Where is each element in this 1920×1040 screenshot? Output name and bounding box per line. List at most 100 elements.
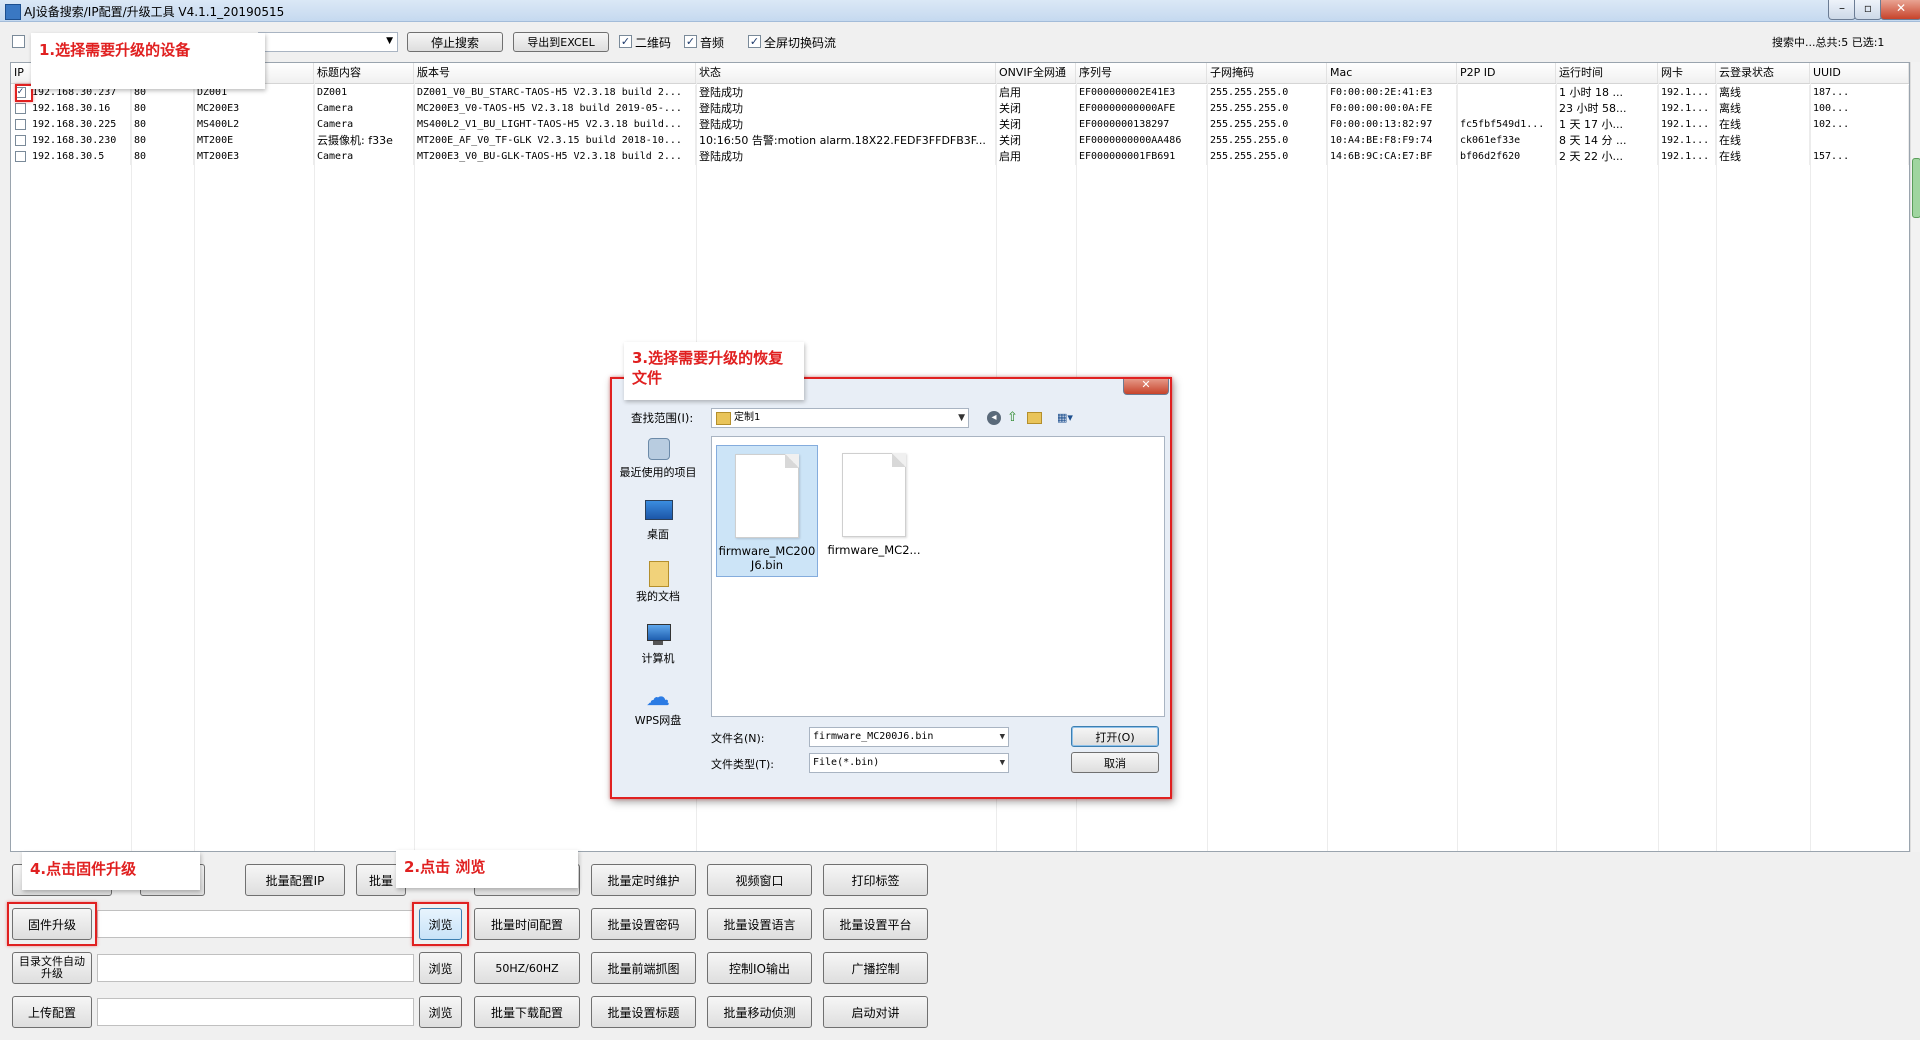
stop-search-button[interactable]: 停止搜索 [407, 32, 503, 52]
column-header[interactable]: 子网掩码 [1207, 63, 1327, 83]
batch-set-title-button[interactable]: 批量设置标题 [591, 996, 696, 1028]
table-cell: 2 天 22 小... [1556, 149, 1658, 165]
column-header[interactable]: 网卡 [1658, 63, 1716, 83]
row-checkbox[interactable] [15, 119, 26, 130]
control-io-output-button[interactable]: 控制IO输出 [707, 952, 812, 984]
table-cell: EF0000000138297 [1076, 117, 1207, 133]
column-header[interactable]: Mac [1327, 63, 1457, 83]
print-label-button[interactable]: 打印标签 [823, 864, 928, 896]
grid-line [1716, 83, 1717, 851]
batch-motion-detect-button[interactable]: 批量移动侦测 [707, 996, 812, 1028]
batch-time-config-button[interactable]: 批量时间配置 [474, 908, 580, 940]
fullscreen-stream-checkbox[interactable]: ✓ [748, 35, 761, 48]
column-header[interactable]: P2P ID [1457, 63, 1556, 83]
table-cell: 192.1... [1658, 149, 1716, 165]
table-cell: 80 [131, 149, 194, 165]
table-cell: MC200E3_V0-TAOS-H5 V2.3.18 build 2019-05… [414, 101, 696, 117]
table-header: IP 标题内容 版本号 状态 ONVIF全网通 序列号 子网掩码 Mac P2P ID 运行时间网… [11, 63, 1909, 84]
grid-line [1327, 83, 1328, 851]
column-header[interactable]: 序列号 [1076, 63, 1207, 83]
row-checkbox[interactable] [15, 103, 26, 114]
table-cell: 云摄像机: f33e [314, 133, 414, 149]
table-cell: Camera [314, 149, 414, 165]
batch-set-platform-button[interactable]: 批量设置平台 [823, 908, 928, 940]
scrollbar-thumb[interactable] [1912, 158, 1920, 218]
browse-config-button[interactable]: 浏览 [419, 996, 462, 1028]
table-cell: MS400L2 [194, 117, 314, 133]
batch-set-password-button[interactable]: 批量设置密码 [591, 908, 696, 940]
title-bar: AJ设备搜索/IP配置/升级工具 V4.1.1_20190515 – ▫ ✕ [0, 0, 1920, 22]
qr-code-checkbox[interactable]: ✓ [619, 35, 632, 48]
table-cell: F0:00:00:00:0A:FE [1327, 101, 1457, 117]
column-header[interactable]: 运行时间 [1556, 63, 1658, 83]
search-scope-select[interactable]: ▼ [258, 32, 398, 52]
start-intercom-button[interactable]: 启动对讲 [823, 996, 928, 1028]
hz-50-60-button[interactable]: 50HZ/60HZ [474, 952, 580, 984]
table-cell: 102... [1810, 117, 1909, 133]
table-row[interactable]: 192.168.30.225 80 MS400L2 Camera MS400L2_V1_… [11, 117, 1909, 133]
table-cell: DZ001 [314, 85, 414, 101]
table-cell: 255.255.255.0 [1207, 85, 1327, 101]
batch-set-language-button[interactable]: 批量设置语言 [707, 908, 812, 940]
export-excel-button[interactable]: 导出到EXCEL [513, 32, 609, 52]
table-cell: 80 [131, 101, 194, 117]
table-cell: MT200E [194, 133, 314, 149]
select-all-checkbox[interactable] [12, 35, 25, 48]
table-row[interactable]: ✓ 192.168.30.237 80 DZ001 DZ001 DZ001_V0_BU_S… [11, 85, 1909, 101]
close-button[interactable]: ✕ [1880, 0, 1920, 20]
table-cell: 登陆成功 [696, 101, 996, 117]
column-header[interactable]: ONVIF全网通 [996, 63, 1076, 83]
column-header[interactable]: UUID [1810, 63, 1909, 83]
minimize-button[interactable]: – [1828, 0, 1856, 20]
table-cell: 1 小时 18 ... [1556, 85, 1658, 101]
table-cell: 192.1... [1658, 133, 1716, 149]
table-cell [1457, 85, 1556, 101]
batch-scheduled-maintenance-button[interactable]: 批量定时维护 [591, 864, 696, 896]
table-cell: EF000000001FB691 [1076, 149, 1207, 165]
config-path-input[interactable] [97, 998, 414, 1026]
row-checkbox[interactable] [15, 135, 26, 146]
table-cell: F0:00:00:2E:41:E3 [1327, 85, 1457, 101]
grid-line [414, 83, 415, 851]
table-cell: 离线 [1716, 85, 1810, 101]
maximize-button[interactable]: ▫ [1854, 0, 1882, 20]
chevron-down-icon: ▼ [386, 36, 393, 46]
browse-dir-button[interactable]: 浏览 [419, 952, 462, 984]
column-header[interactable]: 版本号 [414, 63, 696, 83]
table-cell: 80 [131, 117, 194, 133]
grid-line [1207, 83, 1208, 851]
table-cell: 登陆成功 [696, 117, 996, 133]
video-window-button[interactable]: 视频窗口 [707, 864, 812, 896]
table-cell: F0:00:00:13:82:97 [1327, 117, 1457, 133]
upload-config-button[interactable]: 上传配置 [12, 996, 92, 1028]
table-cell: 1 天 17 小... [1556, 117, 1658, 133]
firmware-path-input[interactable] [97, 910, 414, 938]
column-header[interactable]: 标题内容 [314, 63, 414, 83]
table-row[interactable]: 192.168.30.230 80 MT200E 云摄像机: f33e MT200E_A… [11, 133, 1909, 149]
batch-download-config-button[interactable]: 批量下载配置 [474, 996, 580, 1028]
broadcast-control-button[interactable]: 广播控制 [823, 952, 928, 984]
table-cell: 192.1... [1658, 117, 1716, 133]
table-cell: 192.168.30.225 [29, 117, 131, 133]
batch-config-ip-button[interactable]: 批量配置IP [245, 864, 345, 896]
grid-line [1556, 83, 1557, 851]
table-cell: MC200E3 [194, 101, 314, 117]
vertical-scrollbar[interactable] [1910, 62, 1920, 852]
highlight-browse [412, 902, 469, 946]
table-cell: 255.255.255.0 [1207, 101, 1327, 117]
table-cell: 8 天 14 分 ... [1556, 133, 1658, 149]
column-header[interactable]: 云登录状态 [1716, 63, 1810, 83]
table-cell: MT200E3 [194, 149, 314, 165]
batch-capture-button[interactable]: 批量前端抓图 [591, 952, 696, 984]
table-cell: DZ001_V0_BU_STARC-TAOS-H5 V2.3.18 build … [414, 85, 696, 101]
dir-path-input[interactable] [97, 954, 414, 982]
table-cell: 192.168.30.5 [29, 149, 131, 165]
column-header[interactable]: 状态 [696, 63, 996, 83]
table-cell: 启用 [996, 85, 1076, 101]
table-cell: MT200E3_V0_BU-GLK-TAOS-H5 V2.3.18 build … [414, 149, 696, 165]
table-row[interactable]: 192.168.30.16 80 MC200E3 Camera MC200E3_V0-T… [11, 101, 1909, 117]
table-row[interactable]: 192.168.30.5 80 MT200E3 Camera MT200E3_V0_BU… [11, 149, 1909, 165]
dir-auto-upgrade-button[interactable]: 目录文件自动升级 [12, 952, 92, 984]
audio-checkbox[interactable]: ✓ [684, 35, 697, 48]
row-checkbox[interactable] [15, 151, 26, 162]
